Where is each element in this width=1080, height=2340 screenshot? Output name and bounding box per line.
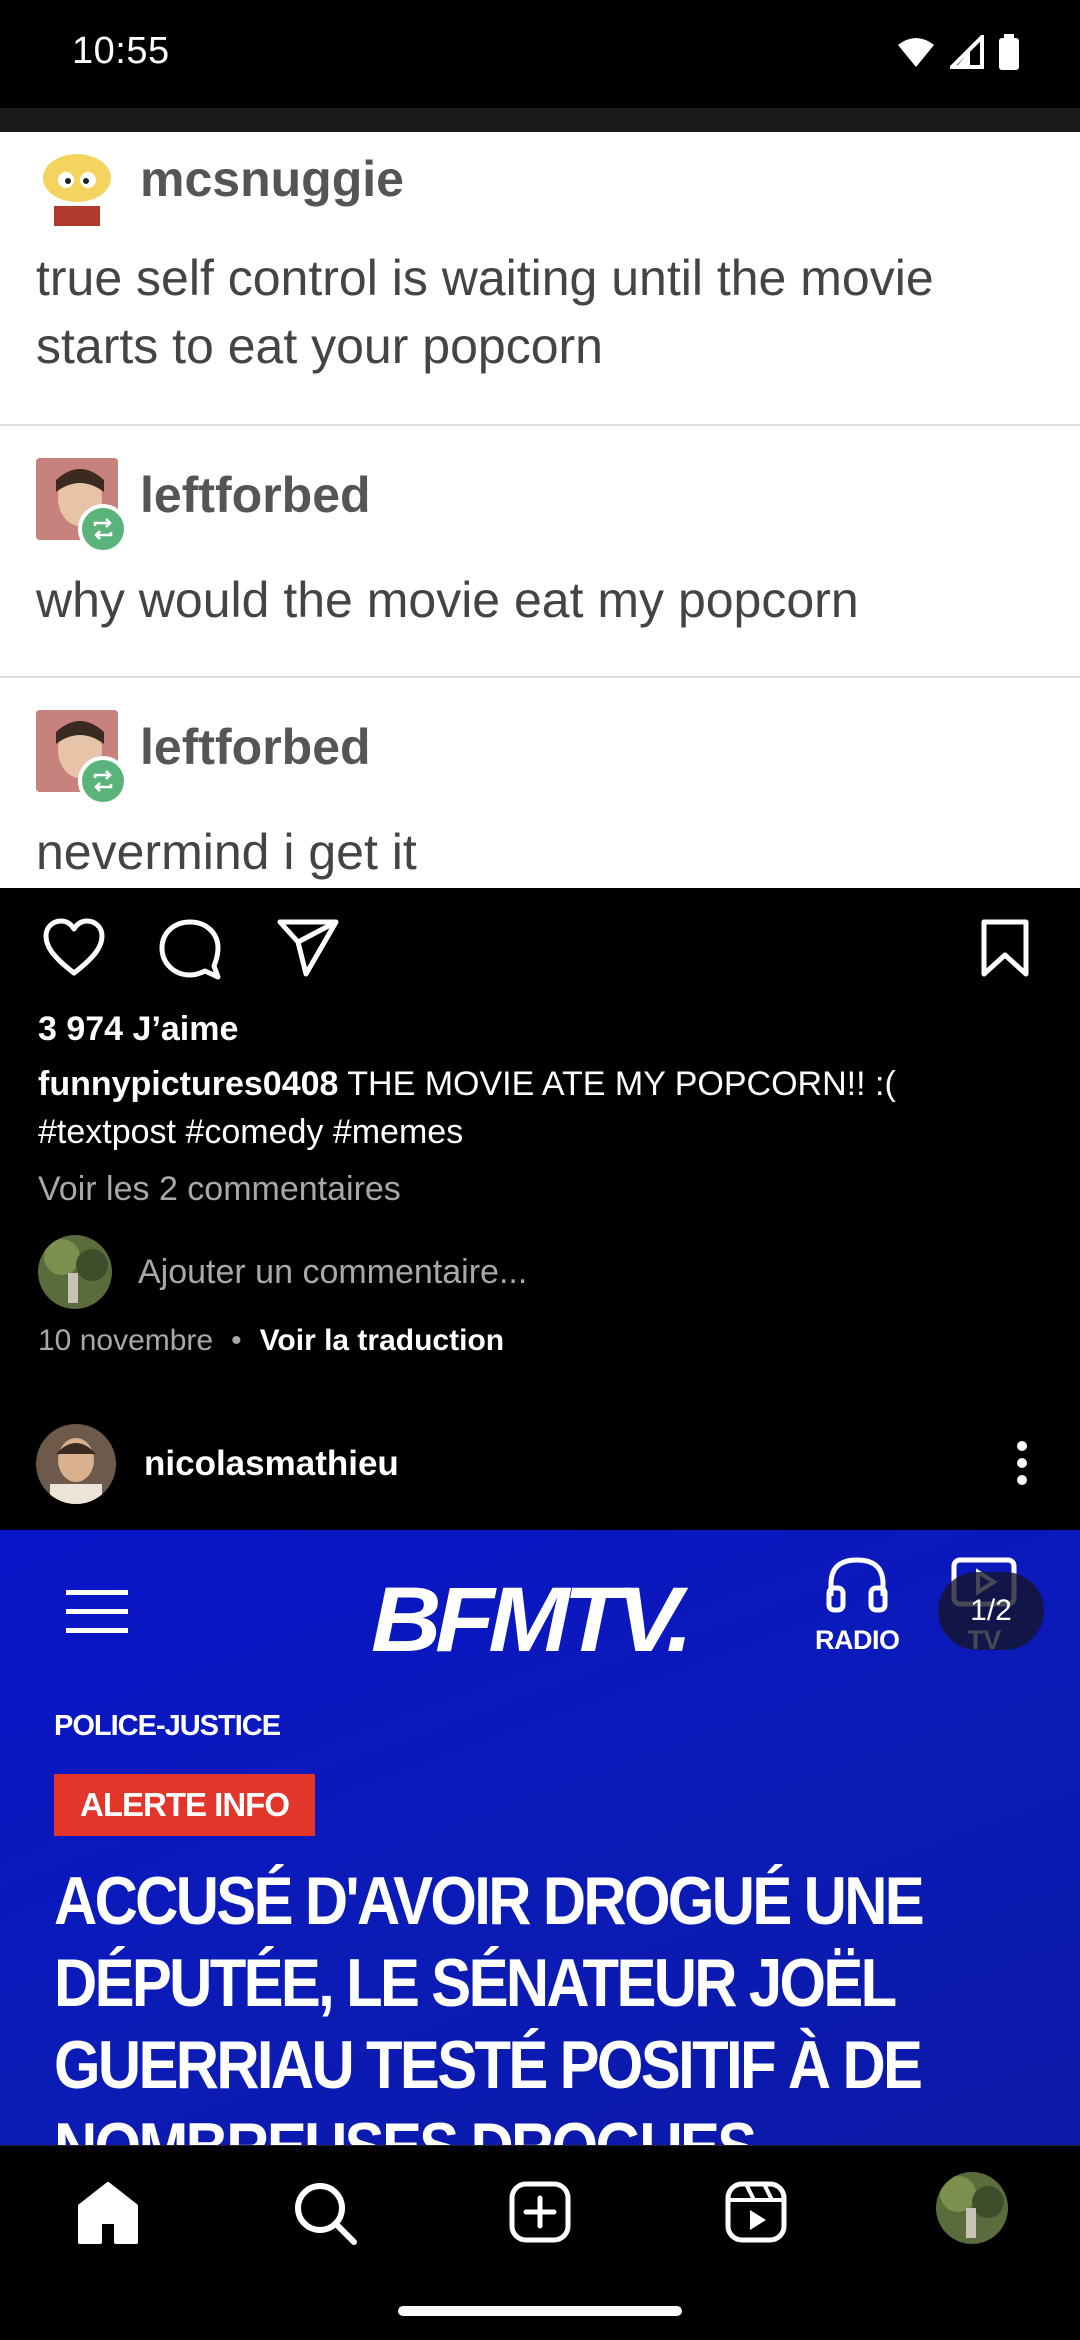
signal-icon bbox=[950, 35, 984, 69]
textpost-user: mcsnuggie bbox=[140, 151, 404, 207]
translate-link[interactable]: Voir la traduction bbox=[260, 1324, 504, 1358]
comment-icon[interactable] bbox=[158, 918, 222, 980]
share-icon[interactable] bbox=[276, 918, 340, 978]
bookmark-icon[interactable] bbox=[980, 918, 1030, 978]
search-icon[interactable] bbox=[292, 2180, 358, 2246]
avatar[interactable] bbox=[36, 1424, 116, 1504]
likes-count[interactable]: 3 974 J’aime bbox=[38, 1010, 238, 1049]
textpost-text: why would the movie eat my popcorn bbox=[36, 572, 859, 628]
reels-icon[interactable] bbox=[724, 2180, 788, 2244]
textpost-user: leftforbed bbox=[140, 719, 371, 775]
add-comment-input[interactable]: Ajouter un commentaire... bbox=[138, 1253, 527, 1292]
textpost-text: true self control is waiting until the m… bbox=[36, 250, 934, 374]
post-date: 10 novembre bbox=[38, 1324, 214, 1357]
profile-avatar[interactable] bbox=[936, 2172, 1008, 2244]
divider bbox=[0, 424, 1080, 426]
home-icon[interactable] bbox=[76, 2180, 140, 2246]
view-comments-link[interactable]: Voir les 2 commentaires bbox=[38, 1170, 401, 1209]
textpost-user: leftforbed bbox=[140, 467, 371, 523]
news-category: POLICE-JUSTICE bbox=[54, 1710, 281, 1742]
gesture-bar[interactable] bbox=[398, 2306, 682, 2316]
post-image-bfmtv[interactable]: BFMTV. RADIO TV 1/2 POLICE-JUSTICE ALERT… bbox=[0, 1530, 1080, 2145]
radio-button: RADIO bbox=[815, 1554, 900, 1656]
bfmtv-logo: BFMTV. bbox=[371, 1569, 693, 1671]
post-meta: 10 novembre • Voir la traduction bbox=[38, 1324, 504, 1358]
post-actions bbox=[0, 888, 1080, 1008]
post2-header: nicolasmathieu bbox=[0, 1420, 1080, 1520]
add-comment-row[interactable]: Ajouter un commentaire... bbox=[38, 1234, 527, 1310]
post2-username[interactable]: nicolasmathieu bbox=[144, 1444, 399, 1484]
avatar-mcsnuggie bbox=[36, 144, 118, 226]
reblog-badge-icon bbox=[78, 756, 128, 806]
separator-dot: • bbox=[231, 1324, 242, 1357]
battery-icon bbox=[999, 34, 1019, 70]
status-bar: 10:55 bbox=[0, 0, 1080, 108]
caption: funnypictures0408 THE MOVIE ATE MY POPCO… bbox=[38, 1060, 1038, 1156]
alert-badge: ALERTE INFO bbox=[54, 1774, 315, 1836]
heart-icon[interactable] bbox=[42, 918, 106, 978]
avatar bbox=[38, 1235, 112, 1309]
news-headline: ACCUSÉ D'AVOIR DROGUÉ UNE DÉPUTÉE, LE SÉ… bbox=[54, 1863, 925, 2145]
top-strip bbox=[0, 108, 1080, 132]
reblog-badge-icon bbox=[78, 504, 128, 554]
textpost-text: nevermind i get it bbox=[36, 824, 417, 880]
post-image-textpost[interactable]: mcsnuggie true self control is waiting u… bbox=[0, 108, 1080, 888]
radio-label: RADIO bbox=[815, 1625, 900, 1655]
carousel-counter: 1/2 bbox=[938, 1572, 1044, 1650]
create-icon[interactable] bbox=[508, 2180, 572, 2244]
status-time: 10:55 bbox=[72, 30, 170, 72]
more-icon[interactable] bbox=[1012, 1438, 1032, 1488]
status-icons bbox=[896, 34, 1020, 70]
divider bbox=[0, 676, 1080, 678]
wifi-icon bbox=[898, 38, 934, 67]
hamburger-icon bbox=[66, 1590, 128, 1633]
caption-username[interactable]: funnypictures0408 bbox=[38, 1065, 338, 1103]
headphones-icon bbox=[826, 1557, 888, 1613]
